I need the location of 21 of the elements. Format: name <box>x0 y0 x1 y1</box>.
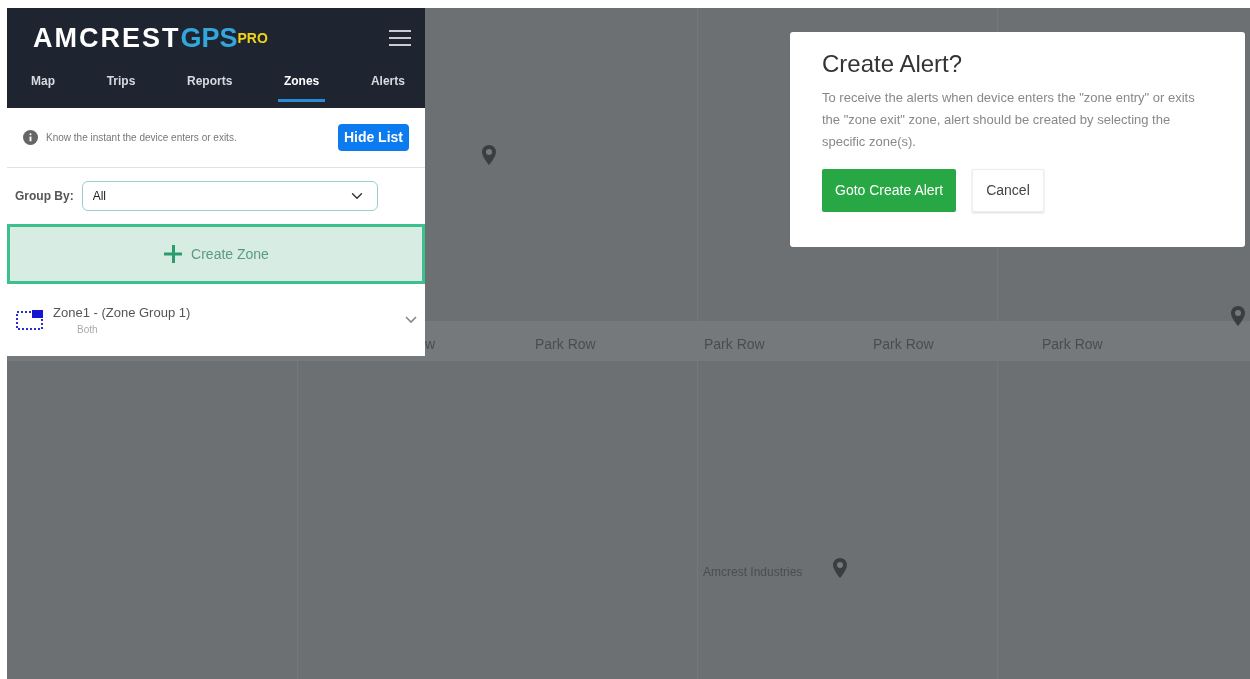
nav-tab[interactable]: Alerts <box>364 64 411 102</box>
zone-title: Zone1 - (Zone Group 1) <box>53 303 192 322</box>
plus-icon <box>163 244 184 264</box>
menu-icon[interactable] <box>389 29 411 47</box>
nav-tab[interactable]: Zones <box>277 64 326 102</box>
chevron-icon[interactable] <box>405 316 417 324</box>
nav-tab[interactable]: Map <box>25 64 61 102</box>
dialog-message: To receive the alerts when device enters the "zone entry" or exits the "zone exit" zone, alert should be created by selecting the specific zone(s). <box>822 88 1196 151</box>
group-by-select[interactable]: All <box>81 181 378 211</box>
zone-shape-icon <box>15 308 45 332</box>
info-icon <box>23 130 38 145</box>
map-pin-icon <box>482 145 496 165</box>
nav-tab[interactable]: Trips <box>100 64 142 102</box>
dialog-title: Create Alert? <box>822 50 964 79</box>
hide-list-button[interactable]: Hide List <box>337 124 409 151</box>
info-text: Know the instant the device enters or exits. <box>46 131 237 145</box>
map-pin-icon <box>833 558 847 578</box>
cancel-button[interactable]: Cancel <box>972 168 1044 212</box>
nav-tab[interactable]: Reports <box>180 64 239 102</box>
zone-subtitle: Both <box>77 323 99 338</box>
field-label: Group By: <box>15 188 74 205</box>
